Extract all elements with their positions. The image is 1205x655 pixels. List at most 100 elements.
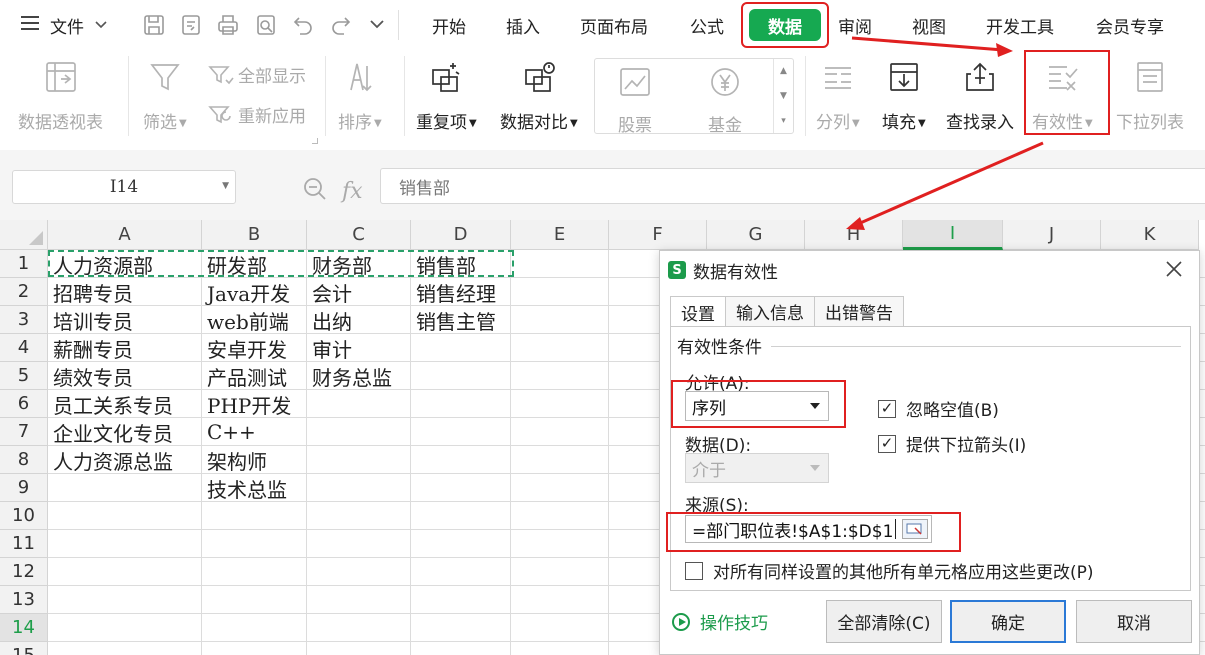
cell-b5[interactable]: 产品测试 xyxy=(202,362,307,390)
data-operator-select[interactable]: 介于 xyxy=(685,453,829,483)
cell-b9[interactable]: 技术总监 xyxy=(202,474,307,502)
tab-data[interactable]: 数据 xyxy=(749,9,821,41)
cell-b4[interactable]: 安卓开发 xyxy=(202,334,307,362)
row-header-7[interactable]: 7 xyxy=(0,418,48,446)
tab-home[interactable]: 开始 xyxy=(432,0,466,50)
column-header-b[interactable]: B xyxy=(202,220,307,250)
row-header-6[interactable]: 6 xyxy=(0,390,48,418)
cell-b2[interactable]: Java开发 xyxy=(202,278,307,306)
cell-b3[interactable]: web前端 xyxy=(202,306,307,334)
tab-member[interactable]: 会员专享 xyxy=(1096,0,1164,50)
apply-to-all-checkbox[interactable]: 对所有同样设置的其他所有单元格应用这些更改(P) xyxy=(685,558,1094,583)
cell-a8[interactable]: 人力资源总监 xyxy=(48,446,202,474)
tab-review[interactable]: 审阅 xyxy=(838,0,872,50)
row-header-1[interactable]: 1 xyxy=(0,250,48,278)
tab-error-alert[interactable]: 出错警告 xyxy=(814,296,904,326)
row-header-12[interactable]: 12 xyxy=(0,558,48,586)
column-header-d[interactable]: D xyxy=(411,220,511,250)
close-icon[interactable] xyxy=(1163,258,1185,286)
fill-button[interactable]: 填充 ▼ xyxy=(882,58,926,133)
export-pdf-icon[interactable] xyxy=(178,12,204,38)
cell-d2[interactable]: 销售经理 xyxy=(411,278,511,306)
cell-a2[interactable]: 招聘专员 xyxy=(48,278,202,306)
column-header-h[interactable]: H xyxy=(805,220,903,250)
gallery-up-icon[interactable]: ▲ xyxy=(780,66,787,76)
tab-view[interactable]: 视图 xyxy=(912,0,946,50)
row-header-13[interactable]: 13 xyxy=(0,586,48,614)
cell-a4[interactable]: 薪酬专员 xyxy=(48,334,202,362)
data-compare-button[interactable]: 数据对比 ▼ xyxy=(500,58,578,133)
zoom-search-icon[interactable] xyxy=(302,176,328,206)
customize-toolbar-icon[interactable] xyxy=(364,12,390,38)
column-header-i[interactable]: I xyxy=(903,220,1003,250)
split-columns-button[interactable]: 分列 ▼ xyxy=(816,58,860,133)
undo-icon[interactable] xyxy=(290,12,316,38)
in-cell-dropdown-checkbox[interactable]: ✓ 提供下拉箭头(I) xyxy=(878,431,1026,456)
cell-d3[interactable]: 销售主管 xyxy=(411,306,511,334)
reapply-button[interactable]: 重新应用 xyxy=(208,102,306,127)
row-header-8[interactable]: 8 xyxy=(0,446,48,474)
stocks-button[interactable]: 股票 xyxy=(617,63,653,136)
insert-function-icon[interactable]: fx xyxy=(342,179,363,204)
redo-icon[interactable] xyxy=(328,12,354,38)
tab-developer[interactable]: 开发工具 xyxy=(986,0,1054,50)
cell-c4[interactable]: 审计 xyxy=(307,334,411,362)
column-header-j[interactable]: J xyxy=(1003,220,1101,250)
column-header-g[interactable]: G xyxy=(707,220,805,250)
filter-button[interactable]: 筛选 ▼ xyxy=(143,58,187,133)
column-header-a[interactable]: A xyxy=(48,220,202,250)
cell-c3[interactable]: 出纳 xyxy=(307,306,411,334)
column-header-e[interactable]: E xyxy=(511,220,609,250)
gallery-scroller[interactable]: ▲ ▼ ▾ xyxy=(773,59,793,133)
row-header-9[interactable]: 9 xyxy=(0,474,48,502)
cell-b7[interactable]: C++ xyxy=(202,418,307,446)
funds-button[interactable]: 基金 xyxy=(707,63,743,136)
tips-link[interactable]: 操作技巧 xyxy=(672,609,768,634)
cell-a6[interactable]: 员工关系专员 xyxy=(48,390,202,418)
cancel-button[interactable]: 取消 xyxy=(1076,600,1192,643)
show-all-button[interactable]: 全部显示 xyxy=(208,62,306,87)
column-header-k[interactable]: K xyxy=(1101,220,1199,250)
row-header-10[interactable]: 10 xyxy=(0,502,48,530)
file-menu[interactable]: 文件 xyxy=(20,0,108,50)
tab-insert[interactable]: 插入 xyxy=(506,0,540,50)
cell-a5[interactable]: 绩效专员 xyxy=(48,362,202,390)
sort-button[interactable]: 排序 ▼ xyxy=(338,58,382,133)
tab-page-layout[interactable]: 页面布局 xyxy=(580,0,648,50)
row-header-15[interactable]: 15 xyxy=(0,642,48,655)
row-header-5[interactable]: 5 xyxy=(0,362,48,390)
column-header-f[interactable]: F xyxy=(609,220,707,250)
cell-c2[interactable]: 会计 xyxy=(307,278,411,306)
select-all-corner[interactable] xyxy=(0,220,48,250)
ignore-blank-checkbox[interactable]: ✓ 忽略空值(B) xyxy=(878,396,999,421)
cell-a3[interactable]: 培训专员 xyxy=(48,306,202,334)
gallery-more-icon[interactable]: ▾ xyxy=(781,116,786,126)
name-box[interactable]: I14 ▼ xyxy=(12,170,236,204)
formula-input[interactable]: 销售部 xyxy=(380,168,1205,204)
clear-all-button[interactable]: 全部清除(C) xyxy=(826,600,942,643)
save-icon[interactable] xyxy=(141,12,167,38)
row-header-2[interactable]: 2 xyxy=(0,278,48,306)
gallery-down-icon[interactable]: ▼ xyxy=(780,91,787,101)
print-preview-icon[interactable] xyxy=(253,12,279,38)
row-header-3[interactable]: 3 xyxy=(0,306,48,334)
cell-b6[interactable]: PHP开发 xyxy=(202,390,307,418)
duplicates-button[interactable]: 重复项 ▼ xyxy=(416,58,477,133)
row-header-11[interactable]: 11 xyxy=(0,530,48,558)
row-header-4[interactable]: 4 xyxy=(0,334,48,362)
filter-dialog-launcher[interactable] xyxy=(312,138,318,144)
name-box-dropdown-icon[interactable]: ▼ xyxy=(222,181,229,191)
row-header-14[interactable]: 14 xyxy=(0,614,48,642)
column-header-c[interactable]: C xyxy=(307,220,411,250)
pivot-table-button[interactable]: 数据透视表 xyxy=(18,58,103,133)
dropdown-list-button[interactable]: 下拉列表 xyxy=(1116,58,1184,133)
tab-formulas[interactable]: 公式 xyxy=(690,0,724,50)
print-icon[interactable] xyxy=(215,12,241,38)
tab-settings[interactable]: 设置 xyxy=(670,296,726,327)
ok-button[interactable]: 确定 xyxy=(950,600,1066,643)
cell-c5[interactable]: 财务总监 xyxy=(307,362,411,390)
tab-input-message[interactable]: 输入信息 xyxy=(725,296,815,326)
lookup-entry-button[interactable]: 查找录入 xyxy=(946,58,1014,133)
cell-a7[interactable]: 企业文化专员 xyxy=(48,418,202,446)
cell-b8[interactable]: 架构师 xyxy=(202,446,307,474)
